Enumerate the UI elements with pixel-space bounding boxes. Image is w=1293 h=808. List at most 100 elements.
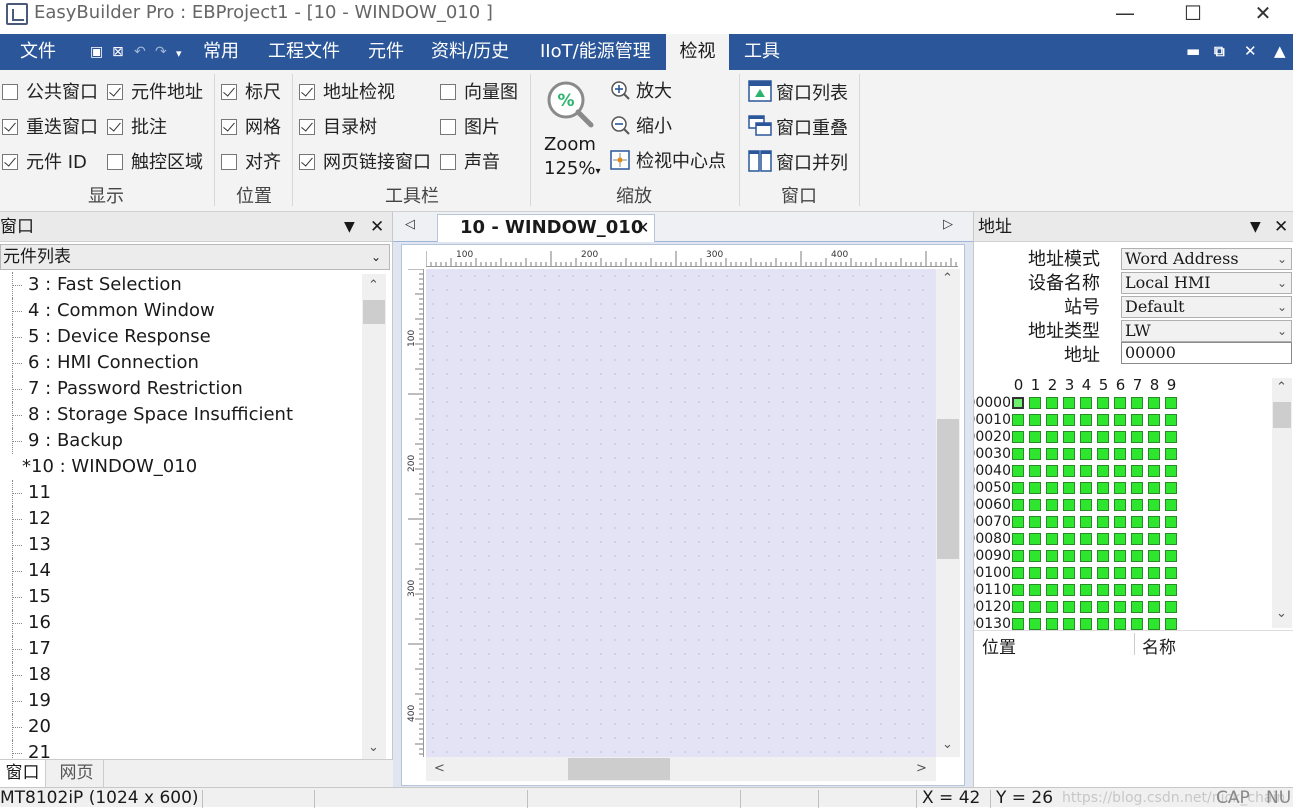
scroll-down-icon[interactable]: ⌄: [1276, 606, 1287, 621]
panel-menu-icon[interactable]: ▼: [1250, 212, 1261, 242]
address-cell[interactable]: [1012, 397, 1024, 409]
address-cell[interactable]: [1165, 550, 1177, 562]
address-cell[interactable]: [1165, 601, 1177, 613]
address-cell[interactable]: [1063, 431, 1075, 443]
checkbox-touch-area[interactable]: 触控区域: [107, 152, 203, 174]
address-cell[interactable]: [1046, 397, 1058, 409]
menu-project[interactable]: 工程文件: [268, 34, 340, 70]
address-cell[interactable]: [1097, 584, 1109, 596]
address-cell[interactable]: [1029, 414, 1041, 426]
scroll-up-icon[interactable]: ⌃: [368, 278, 379, 293]
address-cell[interactable]: [1097, 516, 1109, 528]
window-list-button[interactable]: 窗口列表: [748, 80, 848, 105]
address-cell[interactable]: [1046, 482, 1058, 494]
address-cell[interactable]: [1012, 584, 1024, 596]
ribbon-minimize-icon[interactable]: ▬: [1186, 42, 1200, 60]
address-cell[interactable]: [1165, 516, 1177, 528]
address-cell[interactable]: [1148, 448, 1160, 460]
address-cell[interactable]: [1029, 465, 1041, 477]
checkbox-object-id[interactable]: 元件 ID: [2, 152, 87, 174]
address-cell[interactable]: [1046, 448, 1058, 460]
address-cell[interactable]: [1012, 516, 1024, 528]
checkbox-sounds[interactable]: 声音: [440, 152, 500, 174]
address-cell[interactable]: [1114, 431, 1126, 443]
ribbon-restore-icon[interactable]: ⧉: [1214, 42, 1225, 60]
tree-item[interactable]: 4 : Common Window: [0, 298, 360, 324]
address-cell[interactable]: [1097, 499, 1109, 511]
menu-home[interactable]: 常用: [203, 34, 239, 70]
scroll-thumb[interactable]: [568, 758, 670, 780]
tab-scroll-right-icon[interactable]: ▷: [943, 217, 953, 232]
minimize-button[interactable]: —: [1095, 0, 1155, 30]
address-cell[interactable]: [1012, 550, 1024, 562]
tab-close-icon[interactable]: ✕: [636, 215, 649, 241]
address-cell[interactable]: [1131, 448, 1143, 460]
address-cell[interactable]: [1165, 414, 1177, 426]
address-cell[interactable]: [1165, 482, 1177, 494]
tree-item[interactable]: 14: [0, 558, 360, 584]
scroll-thumb[interactable]: [1273, 402, 1291, 428]
menu-data-history[interactable]: 资料/历史: [431, 34, 509, 70]
address-cell[interactable]: [1114, 618, 1126, 630]
tree-item[interactable]: 16: [0, 610, 360, 636]
address-cell[interactable]: [1131, 584, 1143, 596]
window-cascade-button[interactable]: 窗口重叠: [748, 115, 848, 140]
address-cell[interactable]: [1148, 584, 1160, 596]
address-cell[interactable]: [1080, 584, 1092, 596]
tree-item[interactable]: 19: [0, 688, 360, 714]
address-cell[interactable]: [1148, 618, 1160, 630]
address-cell[interactable]: [1063, 482, 1075, 494]
address-cell[interactable]: [1165, 533, 1177, 545]
tree-item[interactable]: 15: [0, 584, 360, 610]
address-cell[interactable]: [1046, 414, 1058, 426]
menu-iiot-energy[interactable]: IIoT/能源管理: [540, 34, 651, 70]
address-cell[interactable]: [1165, 431, 1177, 443]
ribbon-close-icon[interactable]: ✕: [1244, 42, 1257, 60]
address-cell[interactable]: [1080, 601, 1092, 613]
address-cell[interactable]: [1046, 465, 1058, 477]
tree-item[interactable]: 9 : Backup: [0, 428, 360, 454]
checkbox-address-view[interactable]: 地址检视: [299, 82, 395, 104]
address-cell[interactable]: [1097, 618, 1109, 630]
address-cell[interactable]: [1046, 516, 1058, 528]
tree-item[interactable]: 17: [0, 636, 360, 662]
address-cell[interactable]: [1097, 533, 1109, 545]
address-cell[interactable]: [1063, 397, 1075, 409]
address-mode-select[interactable]: Word Address ⌄: [1121, 248, 1292, 270]
menu-view[interactable]: 检视: [666, 34, 729, 70]
address-cell[interactable]: [1080, 431, 1092, 443]
address-cell[interactable]: [1063, 414, 1075, 426]
maximize-button[interactable]: ☐: [1163, 0, 1223, 30]
address-cell[interactable]: [1148, 567, 1160, 579]
address-cell[interactable]: [1131, 465, 1143, 477]
address-cell[interactable]: [1063, 516, 1075, 528]
checkbox-pictures[interactable]: 图片: [440, 117, 500, 139]
menu-tools[interactable]: 工具: [744, 34, 780, 70]
address-input[interactable]: 00000: [1121, 342, 1292, 364]
address-cell[interactable]: [1029, 397, 1041, 409]
checkbox-common-window[interactable]: 公共窗口: [2, 82, 98, 104]
address-cell[interactable]: [1131, 567, 1143, 579]
address-cell[interactable]: [1131, 550, 1143, 562]
address-cell[interactable]: [1012, 482, 1024, 494]
tree-item[interactable]: 6 : HMI Connection: [0, 350, 360, 376]
address-cell[interactable]: [1097, 567, 1109, 579]
address-cell[interactable]: [1165, 618, 1177, 630]
address-cell[interactable]: [1029, 584, 1041, 596]
canvas-vscrollbar[interactable]: ⌃ ⌄: [936, 269, 960, 757]
save-icon[interactable]: ▣: [90, 44, 103, 60]
device-name-select[interactable]: Local HMI ⌄: [1121, 272, 1292, 294]
tab-scroll-left-icon[interactable]: ◁: [405, 217, 415, 232]
address-cell[interactable]: [1165, 465, 1177, 477]
address-cell[interactable]: [1046, 601, 1058, 613]
address-cell[interactable]: [1131, 482, 1143, 494]
scroll-up-icon[interactable]: ⌃: [1276, 380, 1287, 395]
address-cell[interactable]: [1097, 414, 1109, 426]
address-cell[interactable]: [1080, 465, 1092, 477]
tree-item[interactable]: *10 : WINDOW_010: [0, 454, 360, 480]
address-cell[interactable]: [1148, 533, 1160, 545]
zoom-in-button[interactable]: 放大: [610, 80, 672, 103]
address-cell[interactable]: [1063, 533, 1075, 545]
address-cell[interactable]: [1063, 601, 1075, 613]
address-cell[interactable]: [1165, 448, 1177, 460]
